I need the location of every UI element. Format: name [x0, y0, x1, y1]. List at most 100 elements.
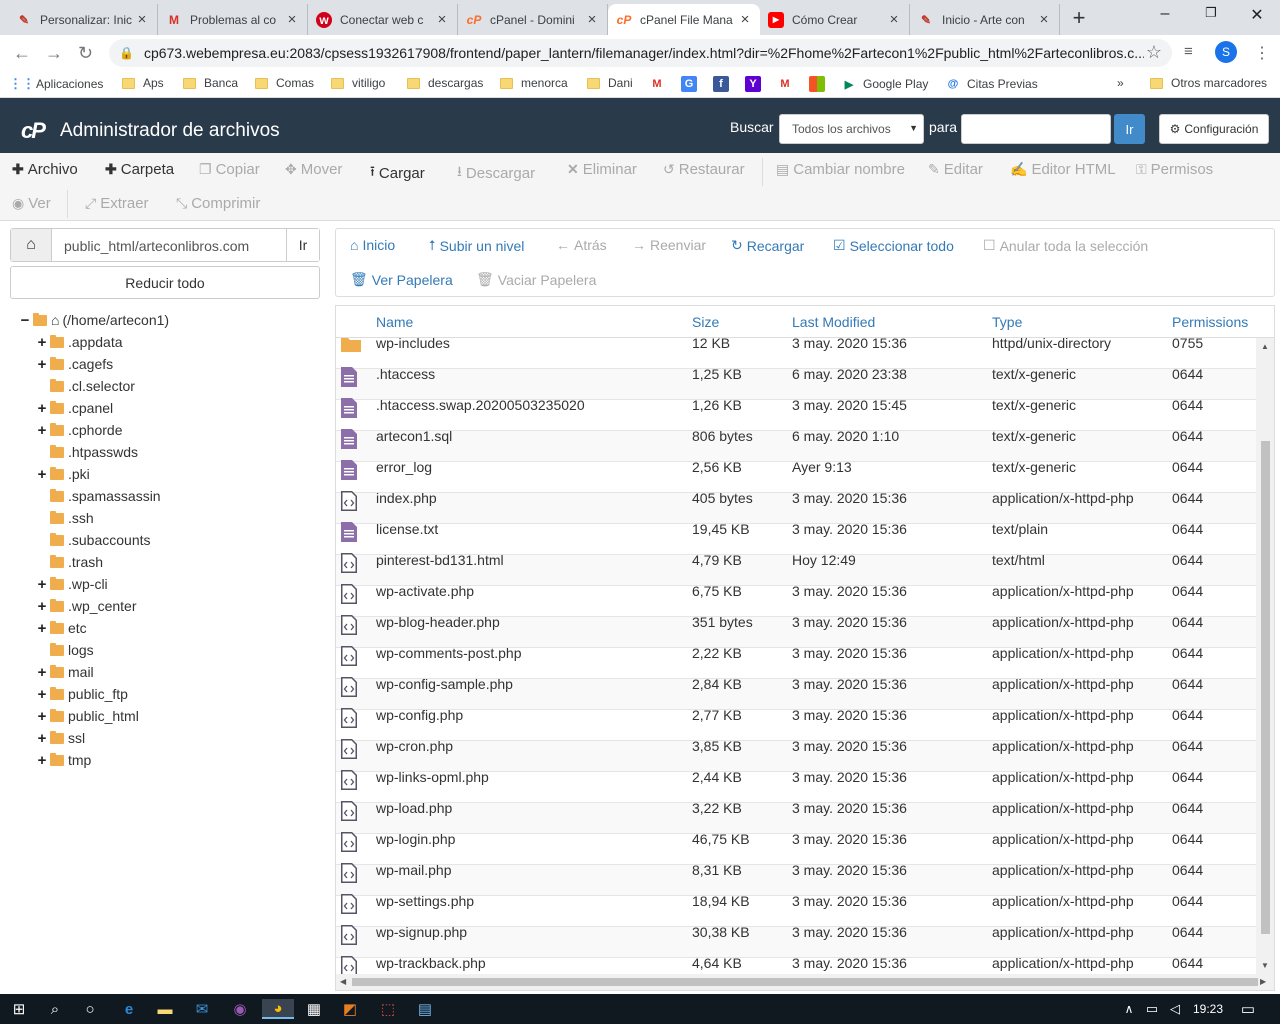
- tree-folder[interactable]: + .wp-cli: [36, 574, 108, 594]
- column-header-modified[interactable]: Last Modified: [792, 314, 875, 330]
- other-bookmarks[interactable]: Otros marcadores: [1150, 76, 1267, 90]
- tree-folder[interactable]: + tmp: [36, 750, 92, 770]
- browser-tab-active[interactable]: cP cPanel File Mana ×: [608, 4, 760, 35]
- table-row[interactable]: wp-signup.php 30,38 KB 3 may. 2020 15:36 ap…: [336, 924, 1256, 958]
- close-icon[interactable]: ×: [1037, 11, 1051, 28]
- browser-tab[interactable]: w Conectar web c ×: [308, 4, 458, 35]
- table-row[interactable]: wp-load.php 3,22 KB 3 may. 2020 15:36 appli…: [336, 800, 1256, 834]
- taskbar-clock[interactable]: 19:23: [1193, 1002, 1223, 1016]
- reload-icon[interactable]: ↻: [78, 43, 93, 64]
- cpanel-logo[interactable]: cP: [21, 118, 46, 144]
- expand-toggle-icon[interactable]: +: [36, 620, 48, 637]
- table-row[interactable]: error_log 2,56 KB Ayer 9:13 text/x-generic 0…: [336, 459, 1256, 493]
- expand-toggle-icon[interactable]: +: [36, 730, 48, 747]
- bookmark-citas[interactable]: @ Citas Previas: [945, 76, 1038, 92]
- scrollbar-thumb[interactable]: [1261, 441, 1270, 934]
- download-button[interactable]: ⭳ Descargar: [457, 161, 535, 185]
- tree-folder[interactable]: .cl.selector: [36, 376, 135, 396]
- delete-button[interactable]: ✕ Eliminar: [567, 161, 637, 178]
- collapse-all-button[interactable]: Reducir todo: [10, 266, 320, 299]
- calculator-icon[interactable]: ▦: [302, 999, 326, 1019]
- tree-folder[interactable]: .trash: [36, 552, 103, 572]
- bookmark-microsoft[interactable]: m: [809, 76, 831, 92]
- more-bookmarks-button[interactable]: »: [1117, 76, 1124, 90]
- vertical-scrollbar[interactable]: ▲ ▼: [1256, 338, 1274, 974]
- scroll-left-icon[interactable]: ◀: [340, 977, 346, 986]
- bookmark-apps[interactable]: ⋮⋮ Aplicaciones: [9, 76, 103, 92]
- extract-button[interactable]: ⤢ Extraer: [85, 195, 149, 212]
- html-editor-button[interactable]: ✍ Editor HTML: [1010, 161, 1116, 178]
- bookmark-star-icon[interactable]: ☆: [1146, 42, 1162, 63]
- edge-icon[interactable]: e: [117, 999, 141, 1019]
- tree-folder[interactable]: + etc: [36, 618, 87, 638]
- column-header-size[interactable]: Size: [692, 314, 719, 330]
- forward-arrow-icon[interactable]: →: [45, 43, 63, 64]
- tree-folder[interactable]: + .cphorde: [36, 420, 123, 440]
- tree-folder[interactable]: + .cpanel: [36, 398, 114, 418]
- bookmark-facebook[interactable]: f: [713, 76, 735, 92]
- expand-toggle-icon[interactable]: +: [36, 686, 48, 703]
- table-row[interactable]: wp-cron.php 3,85 KB 3 may. 2020 15:36 appli…: [336, 738, 1256, 772]
- bookmark-folder[interactable]: Aps: [122, 76, 164, 90]
- close-icon[interactable]: ×: [135, 11, 149, 28]
- kebab-menu-icon[interactable]: ⋮: [1254, 43, 1270, 63]
- edit-button[interactable]: ✎ Editar: [928, 161, 983, 178]
- table-row[interactable]: wp-login.php 46,75 KB 3 may. 2020 15:36 app…: [336, 831, 1256, 865]
- profile-avatar[interactable]: S: [1215, 41, 1237, 63]
- paint-icon[interactable]: ◩: [338, 999, 362, 1019]
- expand-toggle-icon[interactable]: +: [36, 422, 48, 439]
- search-icon[interactable]: ⌕: [43, 999, 67, 1019]
- table-row[interactable]: wp-comments-post.php 2,22 KB 3 may. 2020 1…: [336, 645, 1256, 679]
- tree-folder[interactable]: .subaccounts: [36, 530, 151, 550]
- chevron-up-icon[interactable]: ∧: [1117, 999, 1141, 1019]
- close-icon[interactable]: ×: [585, 11, 599, 28]
- home-button[interactable]: ⌂ Inicio: [350, 237, 395, 253]
- move-button[interactable]: ✥ Mover: [285, 161, 342, 178]
- bookmark-yahoo[interactable]: Y: [745, 76, 767, 92]
- compress-button[interactable]: ⤡ Comprimir: [176, 195, 260, 212]
- table-row[interactable]: pinterest-bd131.html 4,79 KB Hoy 12:49 text…: [336, 552, 1256, 586]
- minimize-icon[interactable]: –: [1155, 5, 1175, 23]
- column-header-permissions[interactable]: Permissions: [1172, 314, 1248, 330]
- scroll-up-icon[interactable]: ▲: [1261, 342, 1269, 351]
- column-header-type[interactable]: Type: [992, 314, 1022, 330]
- network-icon[interactable]: ▭: [1140, 999, 1164, 1019]
- scroll-right-icon[interactable]: ▶: [1260, 977, 1266, 986]
- close-icon[interactable]: ×: [285, 11, 299, 28]
- scrollbar-thumb[interactable]: [352, 978, 1258, 986]
- expand-toggle-icon[interactable]: +: [36, 576, 48, 593]
- maximize-icon[interactable]: ❐: [1201, 5, 1221, 21]
- bookmark-gmail[interactable]: M: [777, 76, 799, 92]
- scroll-down-icon[interactable]: ▼: [1261, 961, 1269, 970]
- close-icon[interactable]: ×: [435, 11, 449, 28]
- expand-toggle-icon[interactable]: +: [36, 466, 48, 483]
- bookmark-folder[interactable]: Dani: [587, 76, 633, 90]
- mail-icon[interactable]: ✉: [190, 999, 214, 1019]
- tree-folder[interactable]: + ssl: [36, 728, 86, 748]
- tree-folder[interactable]: .spamassassin: [36, 486, 161, 506]
- tree-folder[interactable]: .htpasswds: [36, 442, 138, 462]
- volume-icon[interactable]: ◁: [1163, 999, 1187, 1019]
- expand-toggle-icon[interactable]: +: [36, 400, 48, 417]
- search-scope-select[interactable]: Todos los archivos ▼: [779, 114, 924, 144]
- table-row[interactable]: wp-blog-header.php 351 bytes 3 may. 2020 1…: [336, 614, 1256, 648]
- tree-folder[interactable]: + .cagefs: [36, 354, 114, 374]
- copy-button[interactable]: ❐ Copiar: [199, 161, 260, 178]
- file-explorer-icon[interactable]: ▬: [153, 999, 177, 1019]
- up-one-level-button[interactable]: ⭡ Subir un nivel: [429, 237, 524, 254]
- upload-button[interactable]: ⭱ Cargar: [370, 161, 425, 185]
- view-trash-button[interactable]: 🗑 Ver Papelera: [350, 271, 453, 288]
- table-row[interactable]: wp-includes 12 KB 3 may. 2020 15:36 httpd/u…: [336, 335, 1256, 369]
- deselect-all-button[interactable]: ☐ Anular toda la selección: [983, 237, 1148, 254]
- back-button[interactable]: ← Atrás: [556, 237, 607, 253]
- table-row[interactable]: wp-mail.php 8,31 KB 3 may. 2020 15:36 appli…: [336, 862, 1256, 896]
- notepad-icon[interactable]: ▤: [413, 999, 437, 1019]
- expand-toggle-icon[interactable]: +: [36, 356, 48, 373]
- chrome-icon[interactable]: ◕: [262, 999, 294, 1019]
- empty-trash-button[interactable]: 🗑 Vaciar Papelera: [476, 271, 596, 288]
- close-icon[interactable]: ×: [887, 11, 901, 28]
- table-row[interactable]: wp-links-opml.php 2,44 KB 3 may. 2020 15:3…: [336, 769, 1256, 803]
- media-control-icon[interactable]: ≡: [1184, 43, 1193, 60]
- table-row[interactable]: index.php 405 bytes 3 may. 2020 15:36 appli…: [336, 490, 1256, 524]
- tree-folder[interactable]: + .wp_center: [36, 596, 137, 616]
